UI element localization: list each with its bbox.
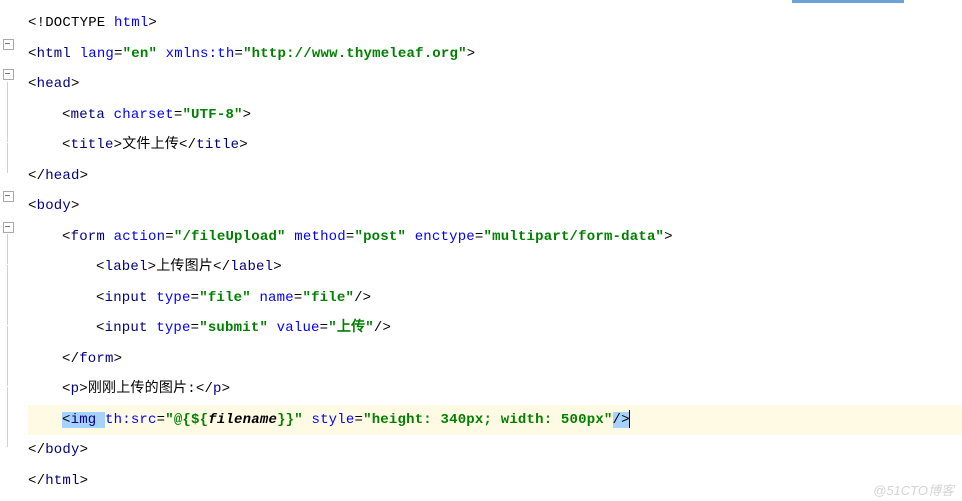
code-line[interactable]: <html lang="en" xmlns:th="http://www.thy… xyxy=(28,39,962,70)
code-line[interactable]: <form action="/fileUpload" method="post"… xyxy=(28,222,962,253)
code-line[interactable]: <body> xyxy=(28,191,962,222)
fold-collapse-icon[interactable] xyxy=(3,191,15,203)
code-line[interactable]: <input type="submit" value="上传"/> xyxy=(28,313,962,344)
fold-line xyxy=(3,344,15,356)
code-line[interactable]: <meta charset="UTF-8"> xyxy=(28,100,962,131)
fold-line xyxy=(3,100,15,112)
code-line[interactable]: <title>文件上传</title> xyxy=(28,130,962,161)
text-cursor xyxy=(629,410,630,428)
fold-line xyxy=(3,130,15,142)
fold-collapse-icon[interactable] xyxy=(3,39,15,51)
code-line[interactable]: </body> xyxy=(28,435,962,466)
fold-collapse-icon[interactable] xyxy=(3,222,15,234)
fold-collapse-icon[interactable] xyxy=(3,69,15,81)
fold-marker xyxy=(3,8,15,20)
code-line[interactable]: <label>上传图片</label> xyxy=(28,252,962,283)
fold-gutter[interactable] xyxy=(0,0,20,501)
code-line[interactable]: </form> xyxy=(28,344,962,375)
fold-line xyxy=(3,435,15,447)
code-line[interactable]: </head> xyxy=(28,161,962,192)
code-line[interactable]: <!DOCTYPE html> xyxy=(28,8,962,39)
fold-line xyxy=(3,283,15,295)
code-line[interactable]: <head> xyxy=(28,69,962,100)
fold-line xyxy=(3,252,15,264)
code-text-area[interactable]: <!DOCTYPE html> <html lang="en" xmlns:th… xyxy=(20,0,962,501)
code-line[interactable]: <p>刚刚上传的图片:</p> xyxy=(28,374,962,405)
fold-line xyxy=(3,313,15,325)
code-editor[interactable]: <!DOCTYPE html> <html lang="en" xmlns:th… xyxy=(0,0,962,501)
fold-line xyxy=(3,161,15,173)
code-line[interactable]: <input type="file" name="file"/> xyxy=(28,283,962,314)
code-line-current[interactable]: <img th:src="@{${filename}}" style="heig… xyxy=(28,405,962,436)
fold-line xyxy=(3,374,15,386)
fold-line xyxy=(3,405,15,417)
code-line[interactable]: </html> xyxy=(28,466,962,497)
